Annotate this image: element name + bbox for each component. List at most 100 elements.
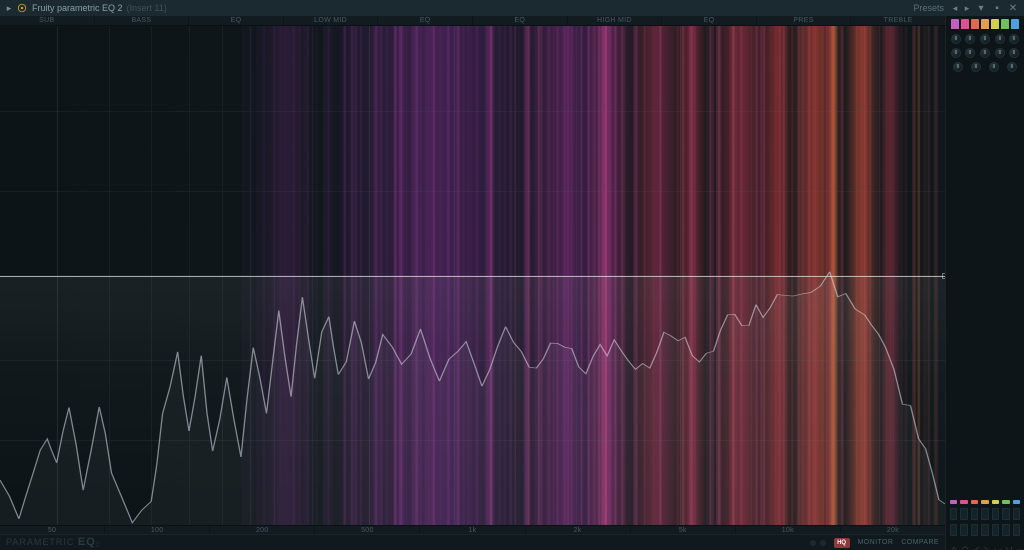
insert-slot-label: (Insert 11) <box>127 3 167 13</box>
band-chip-lower-icon[interactable] <box>971 500 978 504</box>
band-sidebar <box>946 16 1024 550</box>
filter-shape-icon[interactable] <box>972 540 980 548</box>
brand-eq: EQ <box>78 536 96 548</box>
compare-button[interactable]: COMPARE <box>901 539 939 546</box>
filter-shape-icons <box>950 540 1020 548</box>
band-knob-grid <box>946 30 1024 76</box>
band-label-eq[interactable]: EQ <box>473 16 568 25</box>
hq-button[interactable]: HQ <box>834 538 850 548</box>
collapse-arrow-icon[interactable]: ▸ <box>4 3 14 13</box>
band-slot[interactable] <box>1013 524 1020 536</box>
band-chip-icon[interactable] <box>991 19 999 29</box>
body: SUBBASSEQLOW MIDEQEQHIGH MIDEQPRESTREBLE… <box>0 16 1024 550</box>
close-icon[interactable]: ✕ <box>1006 2 1020 14</box>
plugin-brand: PARAMETRIC EQ2 <box>6 536 101 550</box>
band-chip-lower-icon[interactable] <box>1002 500 1009 504</box>
band-knob[interactable] <box>1007 62 1017 72</box>
band-knob[interactable] <box>989 62 999 72</box>
band-knob[interactable] <box>1009 48 1019 58</box>
band-labels-top: SUBBASSEQLOW MIDEQEQHIGH MIDEQPRESTREBLE <box>0 16 945 26</box>
brand-sub: 2 <box>96 542 101 549</box>
band-chip-icon[interactable] <box>961 19 969 29</box>
indicator-dot-icon[interactable] <box>810 540 816 546</box>
band-label-treble[interactable]: TREBLE <box>851 16 945 25</box>
band-slot[interactable] <box>981 508 988 520</box>
filter-shape-icon[interactable] <box>983 540 991 548</box>
band-chip-icon[interactable] <box>1011 19 1019 29</box>
main-area: SUBBASSEQLOW MIDEQEQHIGH MIDEQPRESTREBLE… <box>0 16 946 550</box>
band-slot[interactable] <box>950 508 957 520</box>
freq-tick-10k: 10k <box>736 526 841 534</box>
filter-shape-icon[interactable] <box>1016 540 1024 548</box>
band-chip-icon[interactable] <box>1001 19 1009 29</box>
band-label-low-mid[interactable]: LOW MID <box>284 16 379 25</box>
band-chip-lower-icon[interactable] <box>992 500 999 504</box>
spectrum-curve <box>0 26 945 525</box>
band-slot[interactable] <box>1002 524 1009 536</box>
band-slot[interactable] <box>960 524 967 536</box>
band-knob[interactable] <box>971 62 981 72</box>
freq-tick-5k: 5k <box>631 526 736 534</box>
band-chip-lower-icon[interactable] <box>981 500 988 504</box>
band-label-sub[interactable]: SUB <box>0 16 95 25</box>
band-label-pres[interactable]: PRES <box>757 16 852 25</box>
freq-tick-100: 100 <box>105 526 210 534</box>
band-slot[interactable] <box>960 508 967 520</box>
presets-button[interactable]: Presets <box>913 3 944 13</box>
band-label-eq[interactable]: EQ <box>378 16 473 25</box>
band-chip-lower-icon[interactable] <box>960 500 967 504</box>
band-slot[interactable] <box>1013 508 1020 520</box>
brand-pre: PARAMETRIC <box>6 537 74 547</box>
monitor-button[interactable]: MONITOR <box>858 539 894 546</box>
band-chip-lower-icon[interactable] <box>950 500 957 504</box>
filter-shape-icon[interactable] <box>961 540 969 548</box>
band-chip-icon[interactable] <box>951 19 959 29</box>
band-label-eq[interactable]: EQ <box>189 16 284 25</box>
band-label-eq[interactable]: EQ <box>662 16 757 25</box>
band-knob[interactable] <box>951 34 961 44</box>
freq-tick-200: 200 <box>210 526 315 534</box>
band-knob[interactable] <box>995 48 1005 58</box>
band-knob[interactable] <box>965 48 975 58</box>
band-color-chips-lower <box>950 500 1020 504</box>
maximize-icon[interactable]: ▪ <box>990 2 1004 14</box>
band-knob[interactable] <box>980 34 990 44</box>
band-slot[interactable] <box>992 524 999 536</box>
zero-db-handle-icon[interactable] <box>942 273 945 279</box>
plugin-window: ▸ Fruity parametric EQ 2 (Insert 11) Pre… <box>0 0 1024 550</box>
band-knob[interactable] <box>980 48 990 58</box>
preset-next-icon[interactable]: ▸ <box>962 3 972 13</box>
filter-shape-icon[interactable] <box>950 540 958 548</box>
band-slot[interactable] <box>971 524 978 536</box>
band-chip-icon[interactable] <box>971 19 979 29</box>
freq-tick-2k: 2k <box>526 526 631 534</box>
band-knob[interactable] <box>995 34 1005 44</box>
frequency-ruler: 501002005001k2k5k10k20k <box>0 525 945 534</box>
spectrum-display[interactable] <box>0 26 945 525</box>
preset-prev-icon[interactable]: ◂ <box>950 3 960 13</box>
band-order-slots <box>950 524 1020 536</box>
freq-tick-20k: 20k <box>841 526 945 534</box>
band-chip-icon[interactable] <box>981 19 989 29</box>
freq-tick-1k: 1k <box>420 526 525 534</box>
band-chip-lower-icon[interactable] <box>1013 500 1020 504</box>
band-slot[interactable] <box>981 524 988 536</box>
band-slot[interactable] <box>992 508 999 520</box>
band-label-high-mid[interactable]: HIGH MID <box>568 16 663 25</box>
band-slot[interactable] <box>971 508 978 520</box>
band-knob[interactable] <box>1009 34 1019 44</box>
band-knob[interactable] <box>965 34 975 44</box>
plugin-logo-icon[interactable] <box>16 2 28 14</box>
indicator-dot-icon[interactable] <box>820 540 826 546</box>
band-slot[interactable] <box>950 524 957 536</box>
filter-shape-icon[interactable] <box>1005 540 1013 548</box>
band-label-bass[interactable]: BASS <box>95 16 190 25</box>
filter-shape-icon[interactable] <box>994 540 1002 548</box>
titlebar: ▸ Fruity parametric EQ 2 (Insert 11) Pre… <box>0 0 1024 16</box>
minimize-icon[interactable]: ▾ <box>974 2 988 14</box>
sidebar-bottom <box>946 496 1024 550</box>
band-slot[interactable] <box>1002 508 1009 520</box>
band-knob[interactable] <box>953 62 963 72</box>
band-knob[interactable] <box>951 48 961 58</box>
freq-tick-500: 500 <box>315 526 420 534</box>
